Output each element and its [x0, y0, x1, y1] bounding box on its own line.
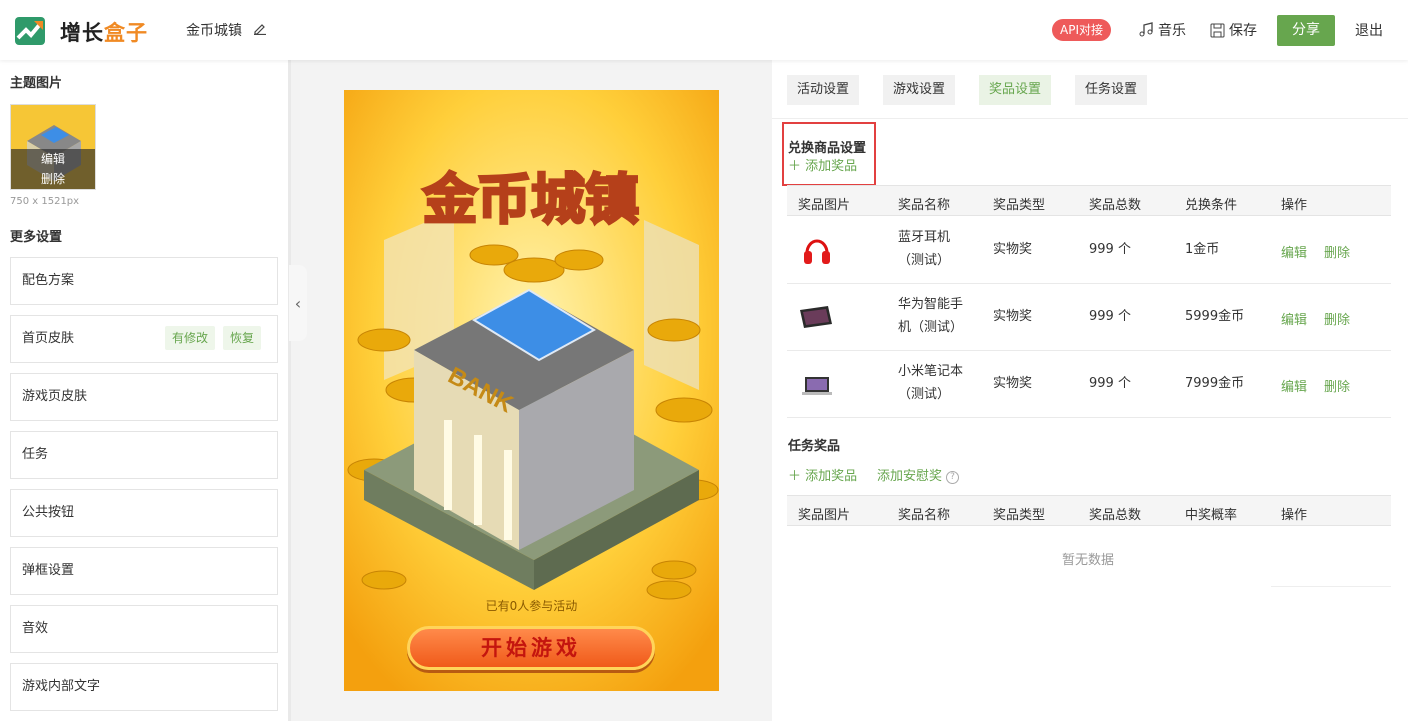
- exchange-table-header: 奖品图片 奖品名称 奖品类型 奖品总数 兑换条件 操作: [787, 185, 1391, 216]
- restore-button[interactable]: 恢复: [223, 326, 262, 350]
- exchange-condition: 1金币: [1185, 242, 1220, 257]
- brand-logo-icon: [15, 17, 45, 45]
- delete-prize-button[interactable]: 删除: [1324, 309, 1350, 328]
- prize-name: 小米笔记本 （测试）: [898, 364, 964, 402]
- col-prize-image: 奖品图片: [798, 508, 851, 523]
- col-actions: 操作: [1281, 508, 1308, 523]
- api-badge[interactable]: API对接: [1052, 19, 1111, 41]
- exchange-settings-title: 兑换商品设置: [788, 141, 867, 156]
- modified-tag: 有修改: [165, 326, 216, 350]
- exchange-condition: 7999金币: [1185, 376, 1245, 391]
- tab-activity-settings[interactable]: 活动设置: [787, 75, 860, 105]
- prize-name: 蓝牙耳机 （测试）: [898, 230, 951, 268]
- edit-prize-button[interactable]: 编辑: [1281, 242, 1307, 261]
- help-question-icon[interactable]: ?: [946, 471, 960, 484]
- col-actions: 操作: [1281, 198, 1308, 213]
- prize-total: 999 个: [1089, 376, 1131, 391]
- edit-pencil-icon[interactable]: [253, 21, 267, 35]
- laptop-icon: [802, 377, 832, 395]
- participants-count: 已有0人参与活动: [485, 599, 578, 613]
- task-prizes-title: 任务奖品: [788, 439, 841, 454]
- col-prize-name: 奖品名称: [898, 508, 951, 523]
- prize-type: 实物奖: [993, 376, 1033, 391]
- col-exchange-condition: 兑换条件: [1185, 198, 1238, 213]
- theme-image-thumbnail[interactable]: 编辑 删除: [10, 104, 96, 190]
- collapse-panel-handle[interactable]: ‹: [289, 265, 307, 341]
- table-row: 小米笔记本 （测试） 实物奖 999 个 7999金币 编辑 删除: [787, 351, 1391, 418]
- prize-name: 华为智能手 机（测试）: [898, 297, 964, 335]
- chevron-left-icon: ‹: [294, 293, 302, 313]
- empty-state-text: 暂无数据: [1062, 553, 1115, 568]
- save-label: 保存: [1229, 23, 1257, 39]
- save-disk-icon: [1210, 23, 1225, 37]
- col-prize-type: 奖品类型: [993, 508, 1046, 523]
- music-label: 音乐: [1158, 23, 1186, 39]
- table-bottom-line: [1271, 586, 1391, 587]
- project-name[interactable]: 金币城镇: [186, 20, 242, 40]
- plus-icon: ＋: [788, 159, 806, 174]
- col-prize-name: 奖品名称: [898, 198, 951, 213]
- setting-game-text[interactable]: 游戏内部文字: [10, 663, 278, 711]
- setting-game-skin[interactable]: 游戏页皮肤: [10, 373, 278, 421]
- prize-total: 999 个: [1089, 309, 1131, 324]
- tab-game-settings[interactable]: 游戏设置: [883, 75, 956, 105]
- share-button[interactable]: 分享: [1277, 15, 1335, 46]
- setting-tasks[interactable]: 任务: [10, 431, 278, 479]
- save-button[interactable]: 保存: [1210, 20, 1257, 40]
- more-settings-title: 更多设置: [10, 230, 63, 245]
- top-header: 增长盒子 金币城镇 API对接 音乐 保存 分享 退出: [0, 0, 1408, 60]
- edit-prize-button[interactable]: 编辑: [1281, 309, 1307, 328]
- col-prize-total: 奖品总数: [1089, 198, 1142, 213]
- smartphone-icon: [800, 306, 832, 328]
- image-dimensions: 750 x 1521px: [10, 196, 80, 207]
- delete-prize-button[interactable]: 删除: [1324, 376, 1350, 395]
- thumbnail-actions: 编辑 删除: [11, 149, 95, 189]
- tab-prize-settings[interactable]: 奖品设置: [979, 75, 1052, 105]
- quit-button[interactable]: 退出: [1355, 20, 1383, 40]
- add-exchange-prize-button[interactable]: ＋ 添加奖品: [788, 155, 857, 174]
- thumbnail-delete[interactable]: 删除: [11, 169, 95, 189]
- music-note-icon: [1139, 22, 1153, 37]
- exchange-condition: 5999金币: [1185, 309, 1245, 324]
- tab-divider: [772, 118, 1408, 119]
- table-row: 华为智能手 机（测试） 实物奖 999 个 5999金币 编辑 删除: [787, 284, 1391, 351]
- plus-icon: ＋: [788, 469, 806, 484]
- edit-prize-button[interactable]: 编辑: [1281, 376, 1307, 395]
- col-prize-type: 奖品类型: [993, 198, 1046, 213]
- theme-image-title: 主题图片: [10, 76, 63, 91]
- setting-common-buttons[interactable]: 公共按钮: [10, 489, 278, 537]
- delete-prize-button[interactable]: 删除: [1324, 242, 1350, 261]
- task-table-header: 奖品图片 奖品名称 奖品类型 奖品总数 中奖概率 操作: [787, 495, 1391, 526]
- col-prize-total: 奖品总数: [1089, 508, 1142, 523]
- col-win-probability: 中奖概率: [1185, 508, 1238, 523]
- music-button[interactable]: 音乐: [1138, 20, 1186, 40]
- add-task-prize-button[interactable]: ＋ 添加奖品: [788, 465, 857, 484]
- setting-color-scheme[interactable]: 配色方案: [10, 257, 278, 305]
- table-row: 蓝牙耳机 （测试） 实物奖 999 个 1金币 编辑 删除: [787, 217, 1391, 284]
- prize-type: 实物奖: [993, 242, 1033, 257]
- setting-popups[interactable]: 弹框设置: [10, 547, 278, 595]
- start-game-button[interactable]: 开始游戏: [407, 626, 655, 670]
- prize-total: 999 个: [1089, 242, 1131, 257]
- add-consolation-prize-button[interactable]: 添加安慰奖?: [877, 465, 960, 484]
- prize-type: 实物奖: [993, 309, 1033, 324]
- col-prize-image: 奖品图片: [798, 198, 851, 213]
- setting-home-skin[interactable]: 首页皮肤 有修改 恢复: [10, 315, 278, 363]
- setting-sound[interactable]: 音效: [10, 605, 278, 653]
- headphones-icon: [804, 239, 830, 264]
- brand-name: 增长盒子: [60, 21, 148, 45]
- game-title-text: 金币城镇: [422, 168, 639, 231]
- tab-task-settings[interactable]: 任务设置: [1075, 75, 1148, 105]
- thumbnail-edit[interactable]: 编辑: [11, 149, 95, 169]
